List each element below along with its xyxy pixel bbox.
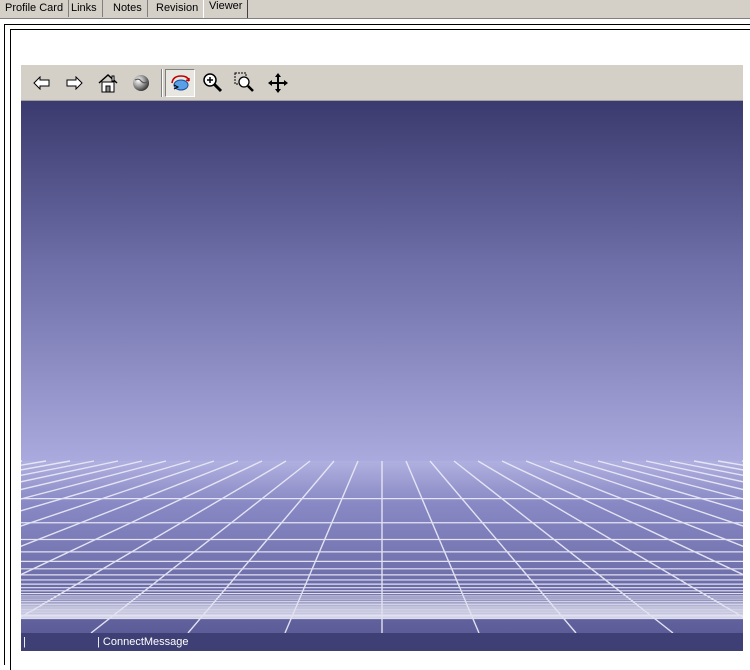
sky — [21, 101, 743, 461]
viewer-toolbar — [21, 65, 743, 101]
tab-profile-card[interactable]: Profile Card — [0, 0, 70, 17]
home-icon[interactable] — [96, 71, 120, 95]
3d-scene-canvas[interactable] — [21, 101, 743, 633]
pan-icon[interactable] — [266, 71, 290, 95]
status-bar: | | ConnectMessage — [21, 633, 743, 651]
zoom-box-icon[interactable] — [233, 71, 257, 95]
orbit-rotate-icon[interactable] — [165, 69, 195, 97]
toolbar-separator — [161, 69, 163, 97]
back-arrow-icon[interactable] — [30, 71, 54, 95]
scene-graphic — [21, 101, 743, 633]
3d-viewer: | | ConnectMessage — [21, 65, 743, 651]
viewer-panel: | | ConnectMessage — [0, 19, 750, 670]
tab-notes[interactable]: Notes — [108, 0, 148, 17]
tab-revision[interactable]: Revision — [151, 0, 205, 17]
tab-viewer[interactable]: Viewer — [203, 0, 249, 18]
zoom-in-icon[interactable] — [201, 71, 225, 95]
globe-icon[interactable] — [129, 71, 153, 95]
tab-links[interactable]: Links — [66, 0, 103, 17]
status-indicator: | — [23, 636, 26, 648]
forward-arrow-icon[interactable] — [62, 71, 86, 95]
tab-bar: Profile Card Links Notes Revision Viewer — [0, 0, 750, 19]
status-message: | ConnectMessage — [97, 636, 189, 648]
